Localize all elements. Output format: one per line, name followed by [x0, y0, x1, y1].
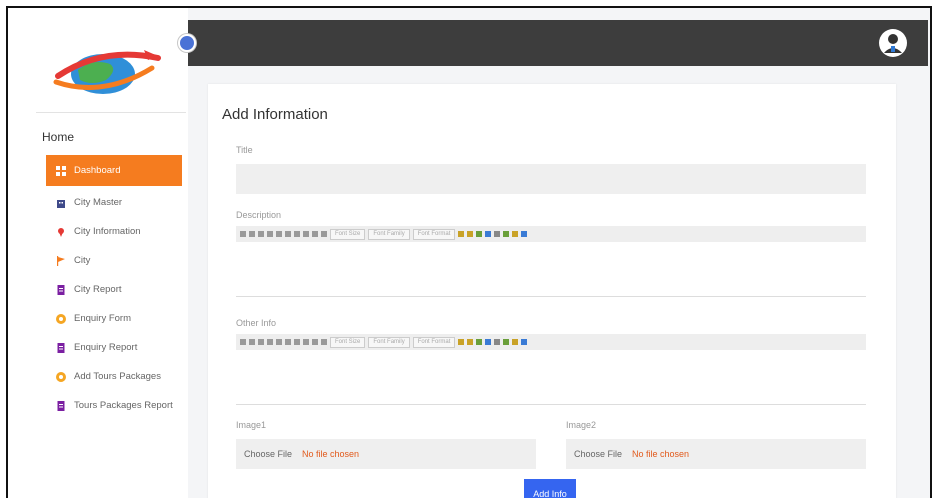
image1-label: Image1 [236, 420, 267, 430]
app-window: Home Dashboard City Master City Informatio… [6, 6, 932, 498]
image2-file-input[interactable]: Choose File No file chosen [566, 439, 866, 469]
other-info-toolbar: Font Size Font Family Font Format [236, 334, 866, 350]
report-icon [56, 284, 66, 295]
no-file-text: No file chosen [302, 449, 360, 459]
report-icon [56, 400, 66, 411]
font-format-select[interactable]: Font Format [412, 228, 456, 240]
choose-file-button[interactable]: Choose File [574, 449, 622, 459]
logo-divider [36, 112, 186, 113]
sidebar-item-tours-packages-report[interactable]: Tours Packages Report [46, 391, 182, 420]
font-size-select[interactable]: Font Size [330, 228, 366, 240]
add-info-button[interactable]: Add Info [524, 479, 576, 498]
description-label: Description [236, 210, 282, 220]
font-size-select[interactable]: Font Size [330, 336, 366, 348]
sidebar-menu: Dashboard City Master City Information City… [46, 155, 182, 420]
sidebar-item-add-tours-packages[interactable]: Add Tours Packages [46, 362, 182, 391]
user-avatar-icon[interactable] [878, 28, 908, 58]
sidebar-item-dashboard[interactable]: Dashboard [46, 155, 182, 186]
dashboard-icon [56, 165, 66, 176]
sidebar-item-label: City Report [74, 284, 122, 295]
sidebar-item-city-report[interactable]: City Report [46, 275, 182, 304]
image2-label: Image2 [566, 420, 597, 430]
sidebar-item-enquiry-report[interactable]: Enquiry Report [46, 333, 182, 362]
map-pin-icon [56, 227, 66, 237]
sidebar-item-label: Add Tours Packages [74, 371, 161, 382]
sidebar-item-label: Enquiry Form [74, 313, 132, 324]
font-family-select[interactable]: Font Family [368, 336, 410, 348]
page-title: Add Information [222, 106, 328, 123]
other-info-editor[interactable]: Font Size Font Family Font Format [236, 334, 866, 405]
top-navbar [188, 20, 928, 66]
sidebar-item-label: Tours Packages Report [74, 400, 173, 411]
report-icon [56, 342, 66, 353]
sidebar-item-label: City Information [74, 226, 141, 237]
building-icon [56, 198, 66, 208]
font-family-select[interactable]: Font Family [368, 228, 410, 240]
travel-logo [48, 36, 168, 106]
sidebar-item-label: City Master [74, 197, 123, 208]
title-label: Title [236, 145, 253, 155]
other-info-label: Other Info [236, 318, 277, 328]
sidebar-toggle-button[interactable] [178, 34, 196, 52]
circle-plus-icon [56, 371, 66, 382]
sidebar-item-enquiry-form[interactable]: Enquiry Form [46, 304, 182, 333]
sidebar-item-city-master[interactable]: City Master [46, 188, 182, 217]
description-toolbar: Font Size Font Family Font Format [236, 226, 866, 242]
title-input[interactable] [236, 164, 866, 194]
sidebar-item-city[interactable]: City [46, 246, 182, 275]
description-editor[interactable]: Font Size Font Family Font Format [236, 226, 866, 297]
sidebar-item-city-information[interactable]: City Information [46, 217, 182, 246]
font-format-select[interactable]: Font Format [412, 336, 456, 348]
home-link[interactable]: Home [42, 130, 74, 144]
sidebar-item-label: City [74, 255, 91, 266]
image1-file-input[interactable]: Choose File No file chosen [236, 439, 536, 469]
choose-file-button[interactable]: Choose File [244, 449, 292, 459]
sidebar: Home Dashboard City Master City Informatio… [8, 8, 188, 498]
no-file-text: No file chosen [632, 449, 690, 459]
circle-plus-icon [56, 313, 66, 324]
sidebar-item-label: Dashboard [74, 165, 121, 176]
flag-icon [56, 255, 66, 266]
add-information-card: Add Information Title Description Font S… [208, 84, 896, 498]
sidebar-item-label: Enquiry Report [74, 342, 138, 353]
